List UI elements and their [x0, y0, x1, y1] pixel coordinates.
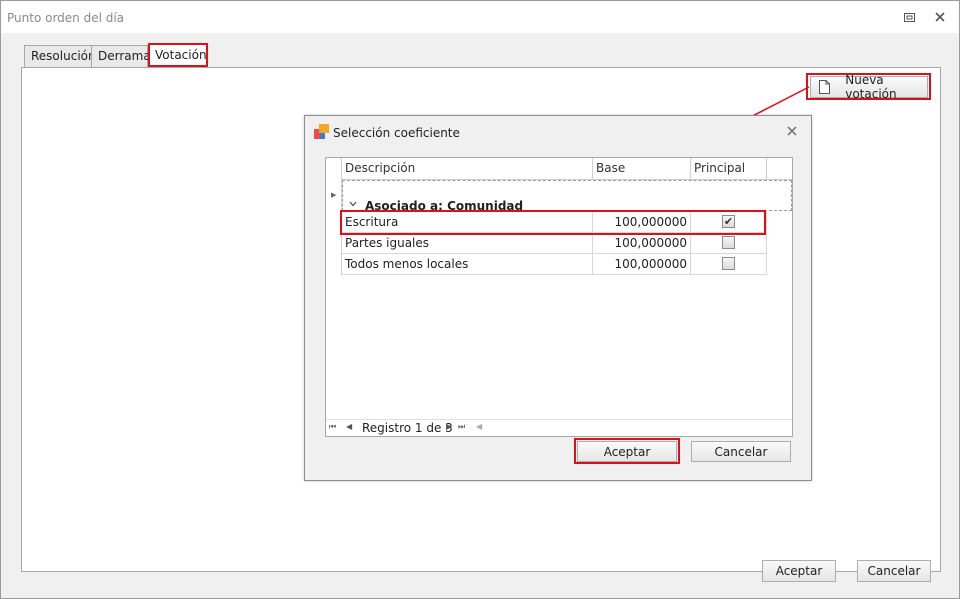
restore-icon[interactable]: [902, 10, 916, 24]
tab-derrama[interactable]: Derrama: [91, 45, 151, 67]
previous-record-icon[interactable]: ◀: [346, 422, 352, 431]
header-indicator: [326, 158, 342, 180]
cell-base[interactable]: 100,000000: [593, 254, 691, 275]
seleccion-coeficiente-dialog: Selección coeficiente Descripción Base P…: [304, 115, 812, 481]
cell-descripcion[interactable]: Partes iguales: [342, 233, 593, 254]
next-record-icon[interactable]: ▶: [446, 422, 452, 431]
chevron-down-icon[interactable]: [349, 200, 357, 210]
first-record-icon[interactable]: ⏮: [329, 422, 336, 432]
nueva-votacion-label: Nueva votación: [845, 73, 897, 101]
cell-base[interactable]: 100,000000: [593, 233, 691, 254]
app-logo-icon: [314, 124, 330, 140]
principal-checkbox-checked[interactable]: ✔: [722, 215, 735, 228]
footer-cancel-button[interactable]: Cancelar: [857, 560, 931, 582]
group-label: Asociado a: Comunidad: [365, 199, 524, 213]
footer-accept-button[interactable]: Aceptar: [762, 560, 836, 582]
tab-votacion[interactable]: Votación: [148, 44, 207, 68]
table-row[interactable]: Escritura 100,000000 ✔: [342, 212, 767, 233]
table-row[interactable]: Partes iguales 100,000000: [342, 233, 767, 254]
tab-resolucion[interactable]: Resolución: [24, 45, 96, 67]
record-navigator: ⏮ ◀ Registro 1 de 3 ▶ ⏭ ◀: [326, 419, 792, 436]
cell-principal[interactable]: [691, 233, 767, 254]
title-bar: Punto orden del día: [1, 1, 959, 33]
column-header-descripcion[interactable]: Descripción: [342, 158, 593, 180]
close-icon[interactable]: [933, 10, 947, 24]
record-position-text: Registro 1 de 3: [362, 421, 453, 435]
column-header-base[interactable]: Base: [593, 158, 691, 180]
dialog-title: Selección coeficiente: [333, 126, 460, 140]
dialog-close-icon[interactable]: [787, 126, 797, 139]
cell-principal[interactable]: [691, 254, 767, 275]
coeficiente-grid: Descripción Base Principal ▶ Asociado a:…: [325, 157, 793, 437]
last-record-icon[interactable]: ⏭: [458, 422, 465, 432]
table-row[interactable]: Todos menos locales 100,000000: [342, 254, 767, 275]
window-title: Punto orden del día: [7, 11, 125, 25]
column-header-principal[interactable]: Principal: [691, 158, 767, 180]
cell-descripcion[interactable]: Todos menos locales: [342, 254, 593, 275]
horizontal-scrollbar[interactable]: [482, 424, 792, 433]
principal-checkbox[interactable]: [722, 236, 735, 249]
cell-principal[interactable]: ✔: [691, 212, 767, 233]
principal-checkbox[interactable]: [722, 257, 735, 270]
current-row-icon: ▶: [331, 191, 337, 199]
cell-base[interactable]: 100,000000: [593, 212, 691, 233]
row-indicator-column: ▶: [326, 180, 342, 275]
nueva-votacion-button[interactable]: Nueva votación: [810, 73, 928, 101]
cell-descripcion[interactable]: Escritura: [342, 212, 593, 233]
dialog-cancel-button[interactable]: Cancelar: [691, 441, 791, 462]
dialog-accept-button[interactable]: Aceptar: [577, 441, 677, 462]
grid-header: Descripción Base Principal: [326, 158, 792, 180]
group-row[interactable]: Asociado a: Comunidad: [342, 180, 792, 213]
